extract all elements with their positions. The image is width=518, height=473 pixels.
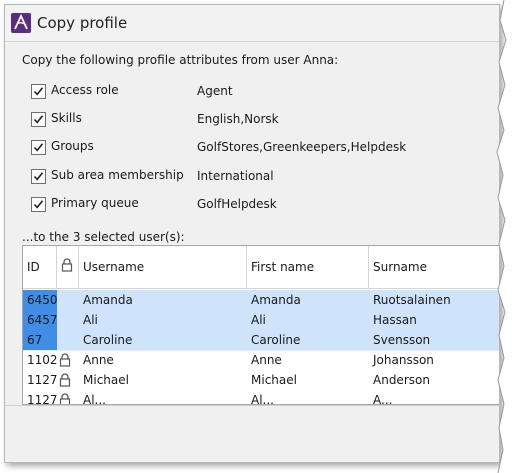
copy-profile-dialog: Copy profile Copy the following profile …	[4, 4, 500, 463]
footer-divider	[5, 405, 499, 406]
cell-firstname: Amanda	[247, 290, 369, 310]
checkmark-icon	[33, 87, 44, 96]
column-header-lock[interactable]	[57, 246, 79, 288]
attribute-checkbox[interactable]	[31, 169, 46, 184]
table-row[interactable]: 1127 Al... Al... A...	[23, 390, 499, 405]
lock-icon	[61, 258, 73, 272]
cell-id: 1102	[27, 353, 57, 367]
lock-icon	[59, 353, 71, 367]
attribute-value: GolfHelpdesk	[197, 197, 277, 211]
table-row[interactable]: 6457 Ali Ali Hassan	[23, 310, 499, 331]
checkmark-icon	[33, 143, 44, 152]
attribute-label: Sub area membership	[51, 168, 184, 182]
cell-firstname: Al...	[251, 393, 274, 405]
attribute-value: GolfStores,Greenkeepers,Helpdesk	[197, 140, 407, 154]
table-row[interactable]: 67 Caroline Caroline Svensson	[23, 330, 499, 351]
window-title: Copy profile	[37, 14, 128, 32]
table-row[interactable]: 6450 Amanda Amanda Ruotsalainen	[23, 290, 499, 311]
cell-surname: Anderson	[373, 373, 430, 387]
cell-firstname: Caroline	[247, 330, 369, 350]
torn-edge-decoration	[494, 0, 518, 473]
table-row[interactable]: 1127 Michael Michael Anderson	[23, 370, 499, 390]
cell-username: Anne	[83, 353, 114, 367]
attribute-label: Primary queue	[51, 196, 139, 210]
cell-username: Amanda	[79, 290, 247, 310]
checkmark-icon	[33, 115, 44, 124]
lock-icon	[59, 393, 71, 404]
cell-lock	[57, 310, 79, 330]
cell-id: 67	[23, 330, 57, 350]
attribute-checkbox[interactable]	[31, 84, 46, 99]
title-bar[interactable]: Copy profile	[5, 5, 499, 42]
cell-surname: Johansson	[373, 353, 434, 367]
users-table: ID Username First name Surname 6450 Amand…	[22, 245, 499, 405]
app-logo-icon	[11, 13, 31, 33]
cell-id: 6450	[23, 290, 57, 310]
checkmark-icon	[33, 172, 44, 181]
cell-surname: Svensson	[369, 330, 499, 350]
cell-surname: Hassan	[369, 310, 499, 330]
column-header-id[interactable]: ID	[23, 246, 57, 288]
attribute-value: English,Norsk	[197, 112, 279, 126]
table-header: ID Username First name Surname	[23, 246, 499, 289]
cell-surname: A...	[373, 393, 393, 405]
attribute-label: Access role	[51, 83, 119, 97]
lock-icon	[59, 373, 71, 387]
cell-username: Michael	[83, 373, 129, 387]
cell-firstname: Michael	[251, 373, 297, 387]
table-row[interactable]: 1102 Anne Anne Johansson	[23, 350, 499, 370]
cell-username: Ali	[79, 310, 247, 330]
cell-id: 1127	[27, 393, 57, 405]
cell-username: Al...	[83, 393, 106, 405]
attribute-checkbox[interactable]	[31, 112, 46, 127]
column-header-username[interactable]: Username	[79, 246, 247, 288]
cell-firstname: Anne	[251, 353, 282, 367]
target-users-heading: ...to the 3 selected user(s):	[22, 230, 185, 244]
cell-id: 1127	[27, 373, 57, 387]
intro-text: Copy the following profile attributes fr…	[22, 53, 339, 67]
attribute-checkbox[interactable]	[31, 140, 46, 155]
attribute-label: Groups	[51, 139, 94, 153]
cell-surname: Ruotsalainen	[369, 290, 499, 310]
attribute-checkbox[interactable]	[31, 197, 46, 212]
checkmark-icon	[33, 200, 44, 209]
column-header-surname[interactable]: Surname	[369, 246, 499, 288]
cell-firstname: Ali	[247, 310, 369, 330]
attribute-value: Agent	[197, 84, 233, 98]
attribute-label: Skills	[51, 111, 82, 125]
cell-username: Caroline	[79, 330, 247, 350]
column-header-firstname[interactable]: First name	[247, 246, 369, 288]
cell-id: 6457	[23, 310, 57, 330]
cell-lock	[57, 330, 79, 350]
attribute-value: International	[197, 169, 274, 183]
cell-lock	[57, 290, 79, 310]
